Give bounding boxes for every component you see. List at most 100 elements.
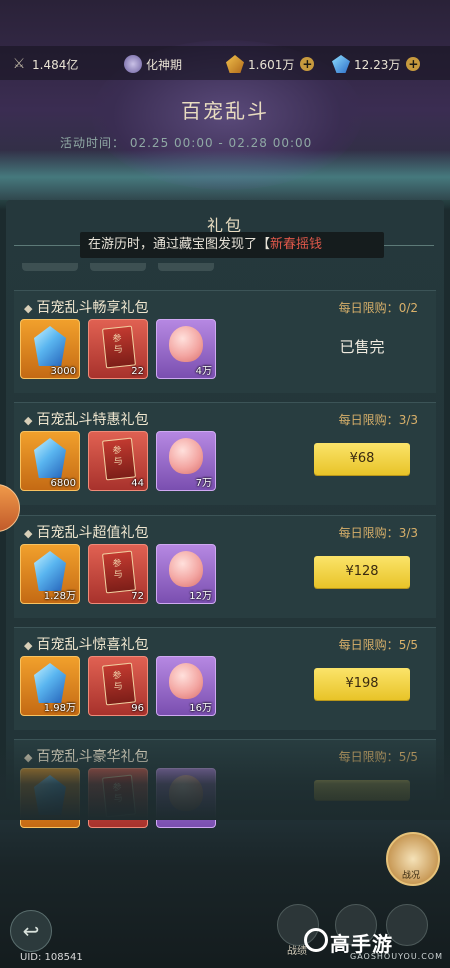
gold-add-button[interactable]: + — [300, 57, 315, 71]
ticket-card-text: 参与 — [112, 558, 124, 581]
resource-crystal: 12.23万 + — [332, 54, 421, 74]
back-arrow-icon: ↩ — [22, 919, 40, 943]
notice-highlight: 新春摇钱 — [270, 237, 323, 252]
resource-gold-value: 1.601万 — [248, 57, 295, 72]
purchase-limit-label: 每日限购： — [338, 413, 399, 427]
item-count: 44 — [131, 478, 144, 489]
item-count: 12万 — [189, 591, 212, 602]
item-count: 96 — [131, 703, 144, 714]
item-count: 22 — [131, 366, 144, 377]
crystal-icon — [332, 55, 350, 73]
gift-row: ◆ 百宠乱斗畅享礼包 每日限购：0/2 3000 参与 22 4万 已售完 — [14, 290, 436, 393]
resource-realm-value: 化神期 — [146, 57, 183, 72]
resource-power-value: 1.484亿 — [32, 57, 79, 72]
purchase-limit-label: 每日限购： — [338, 638, 399, 652]
watermark-subtext: GAOSHOUYOU.COM — [350, 952, 444, 961]
peach-icon — [169, 551, 203, 587]
diamond-bullet-icon: ◆ — [24, 527, 33, 540]
diamond-bullet-icon: ◆ — [24, 414, 33, 427]
scrolling-notice: 在游历时，通过藏宝图发现了【新春摇钱 — [80, 232, 384, 258]
peach-icon — [169, 438, 203, 474]
back-button[interactable]: ↩ — [10, 910, 52, 952]
item-count: 4万 — [195, 366, 212, 377]
bottom-fade — [0, 740, 450, 820]
item-count: 1.98万 — [43, 703, 76, 714]
peach-item[interactable]: 16万 — [156, 656, 216, 716]
event-title: 百宠乱斗 — [181, 99, 269, 123]
gift-items: 3000 参与 22 4万 — [20, 319, 224, 379]
gift-name: ◆ 百宠乱斗超值礼包 — [24, 522, 148, 542]
peach-item[interactable]: 7万 — [156, 431, 216, 491]
ticket-card-icon: 参与 — [101, 550, 137, 594]
purchase-limit-label: 每日限购： — [338, 301, 399, 315]
ticket-item[interactable]: 参与 44 — [88, 431, 148, 491]
resource-power: ⚔ 1.484亿 — [10, 54, 79, 74]
buy-button[interactable]: ¥198 — [314, 668, 410, 700]
event-time-range: 02.25 00:00 - 02.28 00:00 — [129, 136, 313, 150]
purchase-limit: 每日限购：5/5 — [339, 636, 418, 653]
purchase-limit: 每日限购：3/3 — [339, 524, 418, 541]
ticket-card-icon: 参与 — [101, 325, 137, 369]
item-count: 1.28万 — [43, 591, 76, 602]
buy-button[interactable]: ¥68 — [314, 443, 410, 475]
gift-name-text: 百宠乱斗特惠礼包 — [36, 412, 149, 428]
resource-bar: ⚔ 1.484亿 化神期 1.601万 + 12.23万 + — [0, 46, 450, 80]
gift-items: 6800 参与 44 7万 — [20, 431, 224, 491]
diamond-bullet-icon: ◆ — [24, 302, 33, 315]
resource-realm: 化神期 — [124, 54, 182, 74]
crystal-icon — [34, 326, 66, 366]
gift-name-text: 百宠乱斗惊喜礼包 — [36, 637, 149, 653]
gift-name: ◆ 百宠乱斗畅享礼包 — [24, 297, 148, 317]
crystal-icon — [34, 551, 66, 591]
purchase-limit-value: 3/3 — [398, 526, 418, 540]
ticket-item[interactable]: 参与 96 — [88, 656, 148, 716]
battle-status-label: 战况 — [401, 871, 420, 881]
ticket-card-icon: 参与 — [101, 437, 137, 481]
notice-text: 在游历时，通过藏宝图发现了【 — [88, 237, 271, 252]
peach-icon — [169, 326, 203, 362]
gift-name: ◆ 百宠乱斗惊喜礼包 — [24, 634, 148, 654]
peach-icon — [169, 663, 203, 699]
gift-row: ◆ 百宠乱斗特惠礼包 每日限购：3/3 6800 参与 44 7万 ¥68 — [14, 402, 436, 505]
crystal-item[interactable]: 1.28万 — [20, 544, 80, 604]
crystal-item[interactable]: 1.98万 — [20, 656, 80, 716]
item-count: 7万 — [195, 478, 212, 489]
peach-item[interactable]: 4万 — [156, 319, 216, 379]
gift-row: ◆ 百宠乱斗超值礼包 每日限购：3/3 1.28万 参与 72 12万 ¥128 — [14, 515, 436, 618]
ticket-card-icon: 参与 — [101, 662, 137, 706]
event-time-label: 活动时间： — [60, 136, 126, 150]
ticket-item[interactable]: 参与 22 — [88, 319, 148, 379]
previous-item-stub — [158, 263, 214, 271]
gift-name: ◆ 百宠乱斗特惠礼包 — [24, 409, 148, 429]
previous-item-stub — [90, 263, 146, 271]
ticket-item[interactable]: 参与 72 — [88, 544, 148, 604]
power-icon: ⚔ — [12, 56, 26, 72]
crystal-add-button[interactable]: + — [406, 57, 421, 71]
uid-label: UID: 108541 — [20, 952, 83, 963]
gift-row: ◆ 百宠乱斗惊喜礼包 每日限购：5/5 1.98万 参与 96 16万 ¥198 — [14, 627, 436, 730]
crystal-item[interactable]: 3000 — [20, 319, 80, 379]
crystal-icon — [34, 438, 66, 478]
buy-button[interactable]: ¥128 — [314, 556, 410, 588]
gift-name-text: 百宠乱斗畅享礼包 — [36, 300, 149, 316]
previous-item-stub — [22, 263, 78, 271]
purchase-limit-value: 3/3 — [398, 413, 418, 427]
ticket-card-text: 参与 — [112, 333, 124, 356]
event-time: 活动时间： 02.25 00:00 - 02.28 00:00 — [60, 134, 312, 151]
item-count: 6800 — [50, 478, 76, 489]
gift-name-text: 百宠乱斗超值礼包 — [36, 525, 149, 541]
purchase-limit-value: 0/2 — [398, 301, 418, 315]
crystal-icon — [34, 663, 66, 703]
item-count: 72 — [131, 591, 144, 602]
peach-item[interactable]: 12万 — [156, 544, 216, 604]
diamond-bullet-icon: ◆ — [24, 639, 33, 652]
gift-items: 1.28万 参与 72 12万 — [20, 544, 224, 604]
purchase-limit: 每日限购：3/3 — [339, 411, 418, 428]
gold-icon — [226, 55, 244, 73]
ticket-card-text: 参与 — [112, 445, 124, 468]
crystal-item[interactable]: 6800 — [20, 431, 80, 491]
gift-items: 1.98万 参与 96 16万 — [20, 656, 224, 716]
item-count: 3000 — [50, 366, 76, 377]
ticket-card-text: 参与 — [112, 670, 124, 693]
resource-gold: 1.601万 + — [226, 54, 315, 74]
